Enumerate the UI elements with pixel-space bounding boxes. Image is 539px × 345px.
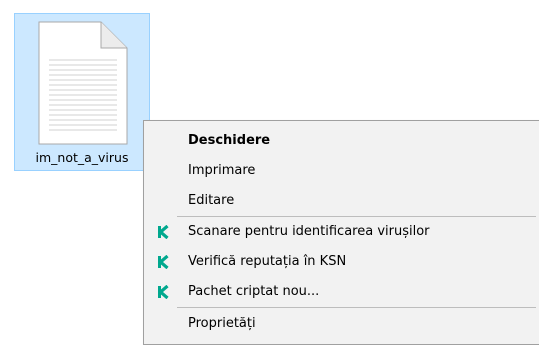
menu-separator [177, 216, 536, 217]
kaspersky-k-icon [158, 255, 169, 269]
kaspersky-k-icon [158, 225, 169, 239]
menu-item-print[interactable]: Imprimare [144, 157, 539, 184]
menu-item-check-reputation-ksn[interactable]: Verifică reputația în KSN [144, 248, 539, 275]
menu-item-edit[interactable]: Editare [144, 187, 539, 214]
menu-item-scan-viruses[interactable]: Scanare pentru identificarea virușilor [144, 218, 539, 245]
menu-item-label: Editare [188, 193, 235, 208]
menu-separator [177, 307, 536, 308]
menu-item-label: Proprietăți [188, 316, 256, 331]
context-menu: Deschidere Imprimare Editare Scanare pen… [143, 120, 539, 345]
menu-item-label: Deschidere [188, 133, 271, 148]
menu-item-label: Verifică reputația în KSN [188, 254, 347, 269]
kaspersky-k-icon [158, 285, 169, 299]
menu-item-open[interactable]: Deschidere [144, 127, 539, 154]
menu-item-new-encrypted-package[interactable]: Pachet criptat nou... [144, 278, 539, 305]
menu-item-properties[interactable]: Proprietăți [144, 310, 539, 337]
file-name-label: im_not_a_virus [35, 150, 129, 165]
menu-item-label: Imprimare [188, 163, 256, 178]
menu-item-label: Pachet criptat nou... [188, 284, 320, 299]
file-item[interactable]: im_not_a_virus [14, 13, 150, 171]
text-document-icon [38, 21, 128, 145]
menu-item-label: Scanare pentru identificarea virușilor [188, 224, 430, 239]
